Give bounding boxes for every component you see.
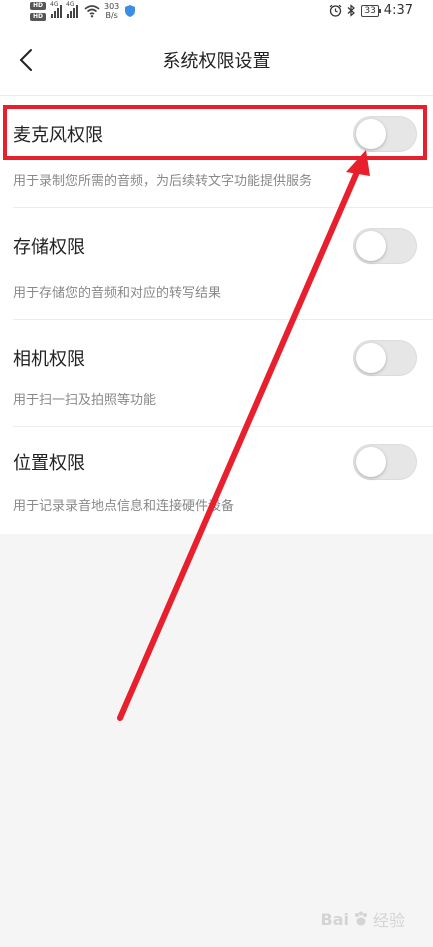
camera-toggle[interactable] <box>353 340 417 376</box>
permission-description: 用于录制您所需的音频，为后续转文字功能提供服务 <box>13 174 313 189</box>
status-bar: HD HD 4G 4G 303 B/s 33 4:37 <box>0 0 433 24</box>
permission-label: 位置权限 <box>13 453 85 474</box>
toggle-knob <box>356 343 386 373</box>
nav-bar: 系统权限设置 <box>0 24 433 96</box>
hd-badges: HD HD <box>30 2 46 21</box>
permission-label: 麦克风权限 <box>13 125 103 146</box>
paw-icon <box>354 911 367 926</box>
watermark-suffix: 经验 <box>372 911 405 930</box>
baidu-watermark: Bai 经验 <box>321 907 406 931</box>
shield-icon <box>125 5 136 17</box>
permission-label: 相机权限 <box>13 349 85 370</box>
toggle-knob <box>356 119 386 149</box>
location-toggle[interactable] <box>353 444 417 480</box>
toggle-knob <box>356 447 386 477</box>
permission-item-storage: 存储权限 用于存储您的音频和对应的转写结果 <box>0 208 433 320</box>
permission-list: 麦克风权限 用于录制您所需的音频，为后续转文字功能提供服务 存储权限 用于存储您… <box>0 96 433 534</box>
permission-description: 用于扫一扫及拍照等功能 <box>13 393 157 408</box>
status-left: HD HD 4G 4G 303 B/s <box>30 1 136 21</box>
watermark-brand: Bai <box>320 909 349 929</box>
bluetooth-icon <box>347 4 356 17</box>
hd-badge: HD <box>30 2 46 10</box>
permission-item-camera: 相机权限 用于扫一扫及拍照等功能 <box>0 320 433 427</box>
permission-description: 用于存储您的音频和对应的转写结果 <box>13 286 222 301</box>
page-title: 系统权限设置 <box>162 51 271 72</box>
battery-indicator: 33 <box>361 4 382 17</box>
permission-description: 用于记录录音地点信息和连接硬件设备 <box>13 499 235 514</box>
status-right: 33 4:37 <box>329 3 413 18</box>
signal-icon: 4G <box>50 1 62 18</box>
clock: 4:37 <box>383 3 413 18</box>
network-speed: 303 B/s <box>104 2 120 20</box>
permission-label: 存储权限 <box>13 237 85 258</box>
alarm-icon <box>329 4 342 17</box>
microphone-toggle[interactable] <box>353 116 417 152</box>
wifi-icon <box>84 5 100 18</box>
toggle-knob <box>356 231 386 261</box>
permission-item-location: 位置权限 用于记录录音地点信息和连接硬件设备 <box>0 427 433 534</box>
hd-badge: HD <box>30 13 46 21</box>
permission-item-microphone: 麦克风权限 用于录制您所需的音频，为后续转文字功能提供服务 <box>0 96 433 208</box>
storage-toggle[interactable] <box>353 228 417 264</box>
signal-icon: 4G <box>66 1 78 18</box>
